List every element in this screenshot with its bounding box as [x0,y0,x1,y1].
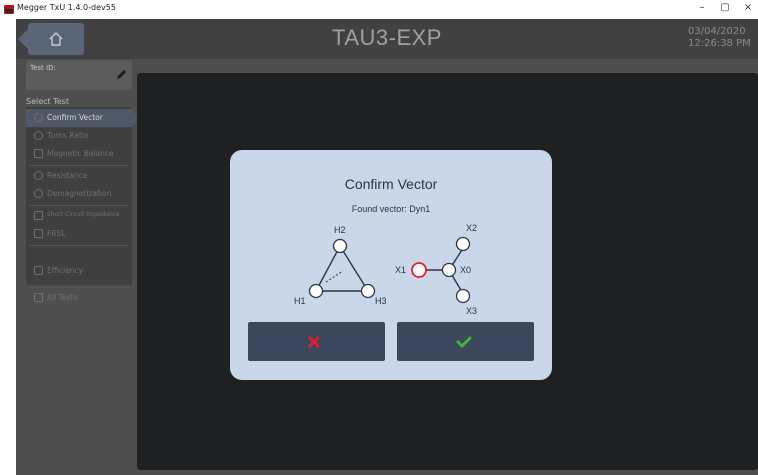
primary-delta-winding: H2 H1 H3 [294,225,387,306]
menu-item-label: Short Circuit Impedance [47,211,120,218]
confirm-button[interactable] [397,322,534,361]
menu-divider [30,287,128,288]
h1-label: H1 [294,296,306,306]
menu-item-label: Magnetic Balance [47,149,114,158]
menu-item-turns-ratio[interactable]: Turns Ratio [26,127,132,145]
x0-node [441,262,457,278]
grid-icon [34,149,43,158]
device-title: TAU3-EXP [332,25,442,50]
menu-item-short-circuit-impedance[interactable]: Short Circuit Impedance [26,207,132,225]
menu-item-resistance[interactable]: Resistance [26,167,132,185]
window-title: Megger TxU 1.4.0-dev55 [17,3,116,12]
close-window-button[interactable]: × [740,2,756,13]
menu-divider [30,165,128,166]
h2-node [332,238,348,254]
h1-node [308,283,324,299]
confirm-vector-dialog: Confirm Vector Found vector: Dyn1 H2 H1 … [230,150,552,380]
menu-item-magnetic-balance[interactable]: Magnetic Balance [26,145,132,163]
menu-item-label: Demagnetization [47,189,112,198]
magnet-icon [34,189,43,198]
minimize-button[interactable]: – [694,2,710,13]
menu-item-label: Resistance [47,171,88,180]
pencil-icon[interactable] [115,69,127,81]
coil-icon [34,131,43,140]
x3-node [455,288,471,304]
x1-node [411,262,427,278]
time-display: 12:26:38 PM [688,38,751,49]
list-icon [34,293,43,302]
menu-item-label: Efficiency [47,266,84,275]
os-titlebar: Megger TxU 1.4.0-dev55 – ▢ × [0,0,758,19]
h3-node [360,283,376,299]
menu-item-efficiency[interactable]: Efficiency [26,262,132,280]
menu-item-confirm-vector[interactable]: Confirm Vector [26,109,138,127]
menu-divider [30,245,128,246]
check-icon [456,336,472,348]
menu-item-label: FRSL [47,229,66,238]
x1-label: X1 [395,265,406,275]
app-logo-icon [4,5,14,14]
h3-label: H3 [375,296,387,306]
date-display: 03/04/2020 [688,26,746,37]
h2-label: H2 [334,225,346,235]
maximize-button[interactable]: ▢ [717,2,733,13]
x3-label: X3 [466,306,477,316]
cancel-button[interactable] [248,322,385,361]
menu-item-all-tests[interactable]: All Tests [26,289,132,307]
test-id-label: Test ID: [30,64,56,72]
secondary-wye-winding: X1 X0 X2 X3 [395,223,477,316]
x-icon [307,335,321,349]
efficiency-icon [34,266,43,275]
select-test-label: Select Test [26,97,69,106]
x2-node [455,236,471,252]
omega-icon [34,171,43,180]
menu-item-frsl[interactable]: FRSL [26,225,132,243]
menu-item-label: All Tests [47,293,78,302]
menu-item-label: Turns Ratio [47,131,89,140]
test-id-field[interactable]: Test ID: [26,60,132,90]
x2-label: X2 [466,223,477,233]
test-menu: Confirm Vector Turns Ratio Magnetic Bala… [26,107,138,288]
menu-item-demagnetization[interactable]: Demagnetization [26,185,132,203]
app-header: TAU3-EXP 03/04/2020 12:26:38 PM [16,19,758,59]
search-icon [34,113,43,122]
vector-diagram: H2 H1 H3 X1 X0 X2 X3 [294,223,477,316]
frsl-icon [34,229,43,238]
x0-label: X0 [460,265,471,275]
menu-divider [30,205,128,206]
impedance-icon [34,211,43,220]
menu-item-label: Confirm Vector [47,113,103,122]
